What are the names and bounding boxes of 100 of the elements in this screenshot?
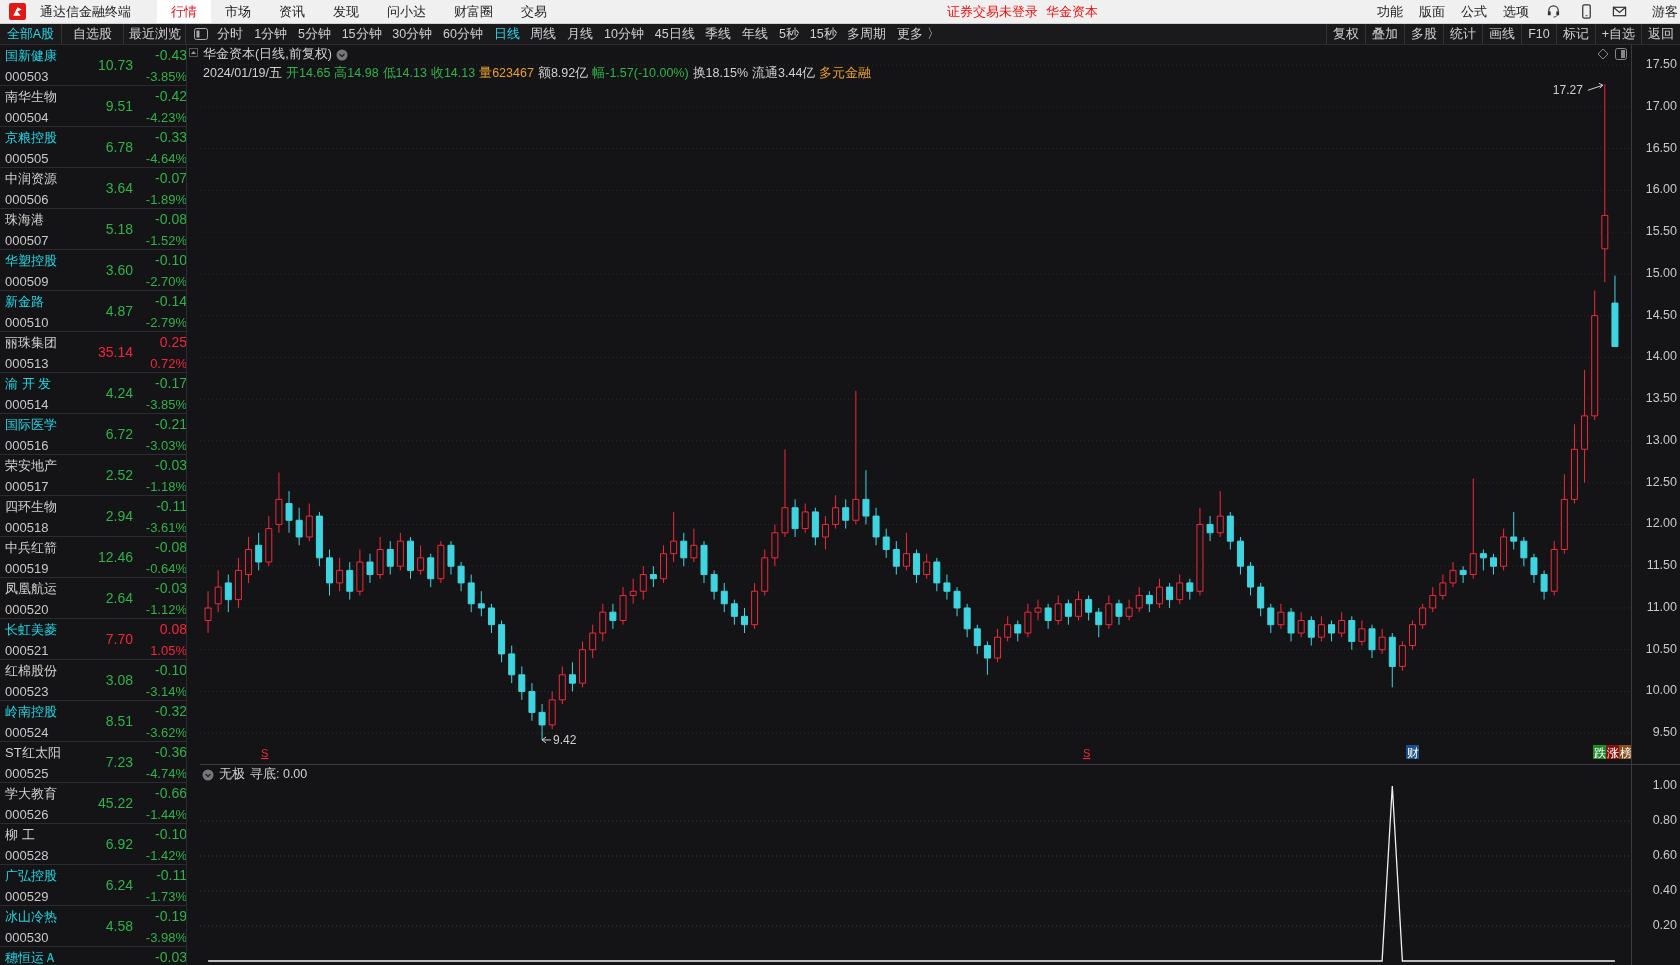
signal-marker[interactable]: S: [1083, 747, 1091, 759]
change-percent: -3.98%: [145, 929, 187, 945]
toolbar-button[interactable]: 画线: [1482, 24, 1522, 44]
period-tab[interactable]: 季线: [700, 24, 737, 44]
list-tab[interactable]: 自选股: [62, 24, 124, 44]
list-tab[interactable]: 最近浏览: [124, 24, 186, 44]
stock-name: 穗恒运Ａ: [5, 948, 58, 965]
period-tab[interactable]: 1分钟: [248, 24, 293, 44]
period-tab[interactable]: 多周期: [842, 24, 892, 44]
stock-code: 000507: [5, 232, 50, 248]
candle: [1186, 578, 1194, 601]
stock-name: 南华生物: [5, 87, 58, 106]
period-tab[interactable]: 60分钟: [437, 24, 489, 44]
period-tab[interactable]: 5秒: [773, 24, 805, 44]
headset-icon[interactable]: [1546, 4, 1561, 19]
candle: [720, 582, 728, 613]
change-percent: -3.14%: [145, 683, 187, 699]
axis-label: 14.50: [1645, 307, 1677, 322]
candle: [761, 549, 769, 596]
period-tab[interactable]: 10分钟: [598, 24, 650, 44]
stock-name: 凤凰航运: [5, 579, 58, 598]
menu-tab[interactable]: 财富圈: [440, 0, 507, 23]
scroll-up-icon[interactable]: [189, 48, 198, 57]
menu-tab[interactable]: 资讯: [265, 0, 319, 23]
toolbar-button[interactable]: 标记: [1555, 24, 1595, 44]
menu-tab[interactable]: 发现: [319, 0, 373, 23]
price-change: -0.19: [155, 907, 187, 926]
event-badge[interactable]: 跌: [1593, 745, 1606, 760]
candle: [862, 469, 870, 525]
change-percent: -3.62%: [145, 724, 187, 740]
quote-info: 量623467: [479, 65, 534, 82]
user-label[interactable]: 游客: [1652, 2, 1678, 21]
stock-name: 国新健康: [5, 46, 58, 65]
stock-row[interactable]: 丽珠集团 000513 35.14 0.25 0.72%: [0, 332, 186, 373]
event-badge[interactable]: 涨: [1606, 745, 1619, 760]
stock-code: 000518: [5, 519, 50, 535]
app-logo-icon: [9, 3, 26, 20]
candle: [892, 540, 900, 576]
period-tab[interactable]: 年线: [736, 24, 774, 44]
stock-code: 000521: [5, 642, 50, 658]
mail-icon[interactable]: [1612, 4, 1627, 19]
toolbar-button[interactable]: 统计: [1443, 24, 1483, 44]
candle: [953, 586, 961, 617]
sidebar-toggle-icon[interactable]: [194, 28, 208, 40]
menu-button[interactable]: 版面: [1411, 2, 1453, 21]
candle: [1155, 578, 1163, 609]
period-tab[interactable]: 月线: [561, 24, 599, 44]
menu-button[interactable]: 选项: [1495, 2, 1537, 21]
toolbar-button[interactable]: 叠加: [1365, 24, 1405, 44]
period-tab[interactable]: 日线: [488, 24, 526, 44]
axis-label: 15.00: [1645, 265, 1677, 280]
period-tab[interactable]: 周线: [525, 24, 562, 44]
candle: [1236, 536, 1244, 576]
candle: [234, 557, 242, 609]
period-tab[interactable]: 30分钟: [386, 24, 438, 44]
change-percent: -1.18%: [145, 478, 187, 494]
stock-price: 3.08: [105, 672, 133, 688]
quote-info: 流通3.44亿: [752, 65, 816, 82]
menu-button[interactable]: 功能: [1369, 2, 1411, 21]
stock-row[interactable]: 穗恒运Ａ -0.03: [0, 947, 186, 965]
candle: [1206, 515, 1214, 542]
toolbar-button[interactable]: 返回: [1641, 24, 1680, 44]
phone-icon[interactable]: [1579, 4, 1594, 19]
event-badge[interactable]: 榜: [1619, 745, 1632, 760]
axis-label: 0.80: [1652, 813, 1677, 827]
stock-price: 2.52: [105, 467, 133, 483]
stock-row[interactable]: 长虹美菱 000521 7.70 0.08 1.05%: [0, 619, 186, 660]
diamond-icon[interactable]: [1597, 48, 1610, 60]
menu-tab[interactable]: 问小达: [373, 0, 440, 23]
toolbar-button[interactable]: F10: [1521, 24, 1556, 44]
period-tab[interactable]: 5分钟: [292, 24, 337, 44]
list-tab[interactable]: 全部A股: [0, 24, 62, 44]
candle: [1419, 603, 1427, 630]
candle: [255, 532, 263, 571]
menu-tab[interactable]: 市场: [211, 0, 265, 23]
menu-tab[interactable]: 交易: [507, 0, 561, 23]
toolbar-button[interactable]: +自选: [1594, 24, 1641, 44]
app-title: 通达信金融终端: [40, 2, 131, 21]
period-tab[interactable]: 分时: [212, 24, 249, 44]
price-change: -0.03: [155, 579, 187, 598]
period-tab[interactable]: 更多 〉: [891, 24, 946, 44]
period-tab[interactable]: 15分钟: [336, 24, 387, 44]
collapse-icon[interactable]: [202, 768, 214, 781]
event-badge[interactable]: 财: [1406, 745, 1419, 760]
signal-marker[interactable]: S: [261, 747, 269, 759]
candle: [801, 503, 809, 534]
stock-code: 000520: [5, 601, 50, 617]
axis-label: 9.50: [1652, 725, 1677, 740]
toolbar-button[interactable]: 复权: [1326, 24, 1366, 44]
dropdown-icon[interactable]: [335, 48, 348, 61]
quote-info: 多元金融: [819, 65, 872, 82]
toolbar-button[interactable]: 多股: [1404, 24, 1444, 44]
panel-icon[interactable]: [1615, 48, 1628, 60]
candle: [670, 511, 678, 563]
period-tab[interactable]: 45日线: [649, 24, 701, 44]
menu-button[interactable]: 公式: [1453, 2, 1495, 21]
candle: [983, 640, 991, 676]
menu-tab[interactable]: 行情: [157, 0, 211, 23]
candle: [457, 561, 465, 592]
period-tab[interactable]: 15秒: [804, 24, 842, 44]
